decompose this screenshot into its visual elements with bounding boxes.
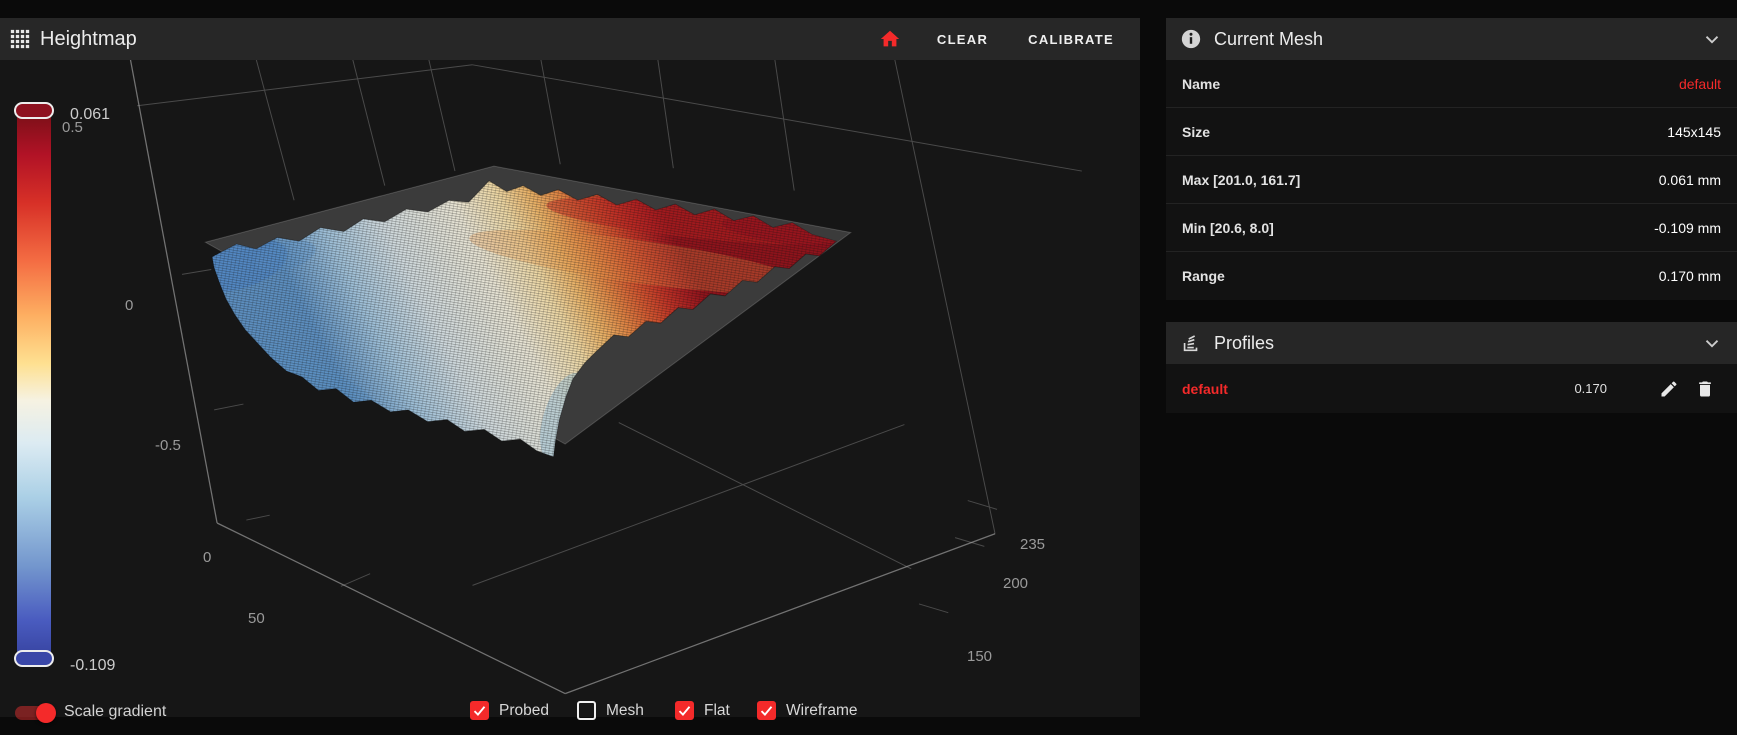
home-icon xyxy=(879,28,901,50)
panel-title: Current Mesh xyxy=(1214,29,1323,50)
colorbar-gradient xyxy=(17,117,51,652)
row-value: 145x145 xyxy=(1667,124,1721,140)
row-label: Range xyxy=(1182,268,1225,284)
row-value: -0.109 mm xyxy=(1654,220,1721,236)
colorbar-min-handle xyxy=(14,650,54,667)
current-mesh-card: Current Mesh Name default Size 145x145 M… xyxy=(1166,18,1737,300)
z-tick: 0 xyxy=(125,297,133,314)
clear-button[interactable]: CLEAR xyxy=(925,24,1000,55)
chevron-down-icon[interactable] xyxy=(1701,28,1723,50)
heightmap-card: 0.061 -0.109 0.5 0 -0.5 0 50 235 200 150… xyxy=(0,18,1140,717)
scale-gradient-toggle[interactable] xyxy=(15,706,53,720)
mesh-row-min: Min [20.6, 8.0] -0.109 mm xyxy=(1166,204,1737,252)
row-label: Max [201.0, 161.7] xyxy=(1182,172,1300,188)
checkbox-label: Wireframe xyxy=(786,702,857,720)
profiles-header[interactable]: Profiles xyxy=(1166,322,1737,364)
row-value: default xyxy=(1679,76,1721,92)
heightmap-3d-plot[interactable] xyxy=(0,18,1140,717)
row-label: Size xyxy=(1182,124,1210,140)
checkbox-label: Flat xyxy=(704,702,730,720)
edit-profile-button[interactable] xyxy=(1651,371,1687,407)
profile-row[interactable]: default 0.170 xyxy=(1166,364,1737,413)
scale-gradient-label: Scale gradient xyxy=(64,703,166,721)
row-value: 0.170 mm xyxy=(1659,268,1721,284)
layers-stack-icon xyxy=(1180,332,1202,354)
toggle-thumb xyxy=(36,703,56,723)
checkbox-mesh[interactable]: Mesh xyxy=(577,701,644,720)
chevron-down-icon[interactable] xyxy=(1701,332,1723,354)
profile-name: default xyxy=(1182,381,1574,397)
z-tick: -0.5 xyxy=(155,437,181,454)
checkbox-box xyxy=(757,701,776,720)
x-tick: 50 xyxy=(248,610,265,627)
checkbox-flat[interactable]: Flat xyxy=(675,701,730,720)
panel-title: Profiles xyxy=(1214,333,1274,354)
x-tick: 0 xyxy=(203,549,211,566)
mesh-row-range: Range 0.170 mm xyxy=(1166,252,1737,300)
colorbar-max-handle xyxy=(14,102,54,119)
info-icon xyxy=(1180,28,1202,50)
checkbox-label: Mesh xyxy=(606,702,644,720)
mesh-row-name: Name default xyxy=(1166,60,1737,108)
z-tick: 0.5 xyxy=(62,119,83,136)
colorbar-min-label: -0.109 xyxy=(70,657,115,675)
row-label: Name xyxy=(1182,76,1220,92)
row-value: 0.061 mm xyxy=(1659,172,1721,188)
trash-icon xyxy=(1695,379,1715,399)
checkbox-box xyxy=(675,701,694,720)
profile-range: 0.170 xyxy=(1574,381,1607,396)
profiles-card: Profiles default 0.170 xyxy=(1166,322,1737,413)
calibrate-button[interactable]: CALIBRATE xyxy=(1016,24,1126,55)
y-tick: 235 xyxy=(1020,536,1045,553)
checkbox-probed[interactable]: Probed xyxy=(470,701,549,720)
checkbox-box xyxy=(577,701,596,720)
grid-icon xyxy=(10,29,30,49)
mesh-row-size: Size 145x145 xyxy=(1166,108,1737,156)
pencil-icon xyxy=(1659,379,1679,399)
checkbox-wireframe[interactable]: Wireframe xyxy=(757,701,857,720)
current-mesh-header[interactable]: Current Mesh xyxy=(1166,18,1737,60)
mesh-row-max: Max [201.0, 161.7] 0.061 mm xyxy=(1166,156,1737,204)
checkbox-box xyxy=(470,701,489,720)
heightmap-toolbar: Heightmap CLEAR CALIBRATE xyxy=(0,18,1140,60)
y-tick: 200 xyxy=(1003,575,1028,592)
row-label: Min [20.6, 8.0] xyxy=(1182,220,1274,236)
page-title: Heightmap xyxy=(40,28,137,51)
delete-profile-button[interactable] xyxy=(1687,371,1723,407)
home-button[interactable] xyxy=(869,22,911,56)
y-tick: 150 xyxy=(967,648,992,665)
checkbox-label: Probed xyxy=(499,702,549,720)
